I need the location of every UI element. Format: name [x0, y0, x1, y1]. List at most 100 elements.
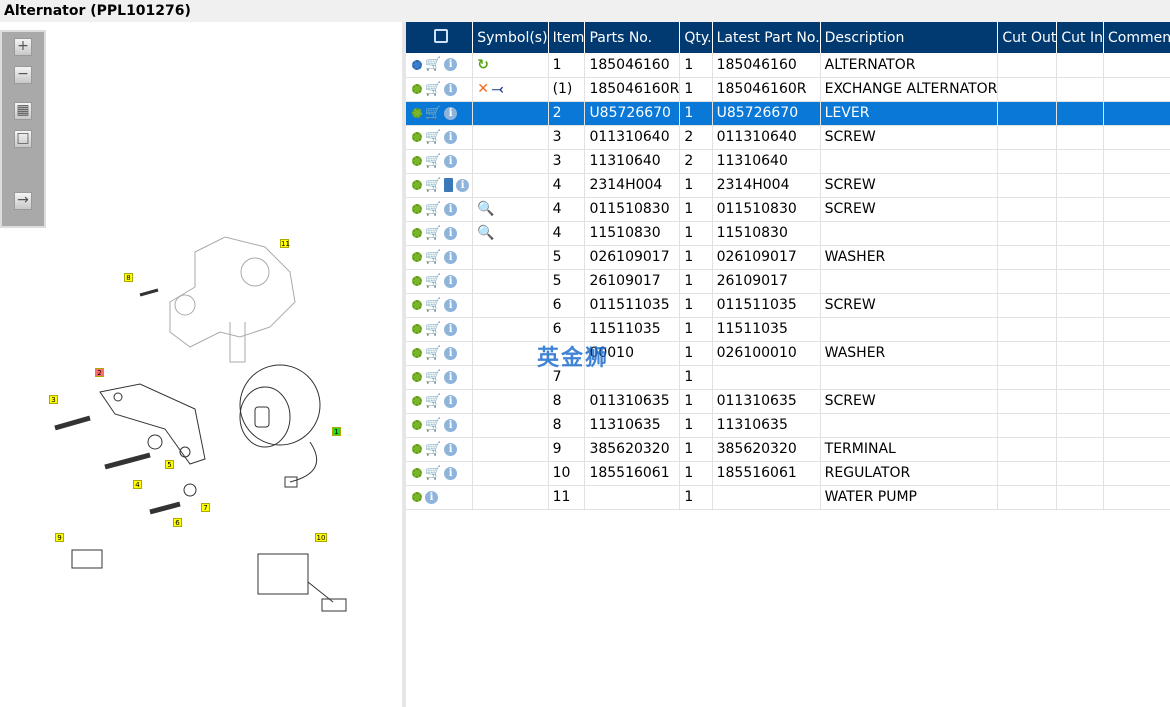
cart-icon[interactable]: 🛒: [425, 298, 441, 313]
table-row[interactable]: 🛒 i 2 U85726670 1 U85726670 LEVER: [406, 101, 1170, 126]
gear-icon[interactable]: [412, 180, 422, 190]
info-icon[interactable]: i: [444, 346, 458, 360]
table-row[interactable]: 🛒 i 🔍 4 011510830 1 011510830 SCREW: [406, 197, 1170, 222]
table-row[interactable]: 🛒 i 4 2314H004 1 2314H004 SCREW: [406, 173, 1170, 198]
column-header-comment[interactable]: Comment: [1103, 22, 1170, 53]
gears-icon[interactable]: [412, 59, 422, 70]
info-icon[interactable]: i: [444, 442, 458, 456]
lookup-icon[interactable]: 🔍: [477, 201, 494, 217]
cart-icon[interactable]: 🛒: [425, 466, 441, 481]
callout-3[interactable]: 3: [49, 395, 58, 404]
cart-icon[interactable]: 🛒: [425, 106, 441, 121]
table-row[interactable]: 🛒 i 🔍 4 11510830 1 11510830: [406, 221, 1170, 246]
cart-icon[interactable]: 🛒: [425, 202, 441, 217]
callout-8[interactable]: 8: [124, 273, 133, 282]
column-header-cut-in[interactable]: Cut In: [1056, 22, 1104, 53]
book-icon[interactable]: [444, 178, 454, 192]
info-icon[interactable]: i: [425, 490, 438, 504]
table-row[interactable]: 🛒 i 5 026109017 1 026109017 WASHER: [406, 245, 1170, 270]
gear-icon[interactable]: [412, 300, 422, 310]
callout-10[interactable]: 10: [315, 533, 327, 542]
callout-4[interactable]: 4: [133, 480, 142, 489]
cart-icon[interactable]: 🛒: [425, 322, 441, 337]
cart-icon[interactable]: 🛒: [425, 274, 441, 289]
gear-icon[interactable]: [412, 132, 422, 142]
info-icon[interactable]: i: [444, 466, 458, 480]
info-icon[interactable]: i: [444, 394, 458, 408]
search-parts-icon[interactable]: [434, 28, 449, 43]
table-row[interactable]: 🛒 i ↻ 1 185046160 1 185046160 ALTERNATOR: [406, 53, 1170, 78]
callout-7[interactable]: 7: [201, 503, 210, 512]
table-row[interactable]: 🛒 i 5 26109017 1 26109017: [406, 269, 1170, 294]
table-row[interactable]: i 11 1 WATER PUMP: [406, 485, 1170, 510]
lookup-icon[interactable]: 🔍: [477, 225, 494, 241]
gear-icon[interactable]: [412, 444, 422, 454]
info-icon[interactable]: i: [444, 226, 458, 240]
callout-2[interactable]: 2: [95, 368, 104, 377]
cart-icon[interactable]: 🛒: [425, 346, 441, 361]
info-icon[interactable]: i: [444, 82, 458, 96]
column-header-latest-part-no[interactable]: Latest Part No.: [712, 22, 821, 53]
gear-icon[interactable]: [412, 420, 422, 430]
gear-icon[interactable]: [412, 372, 422, 382]
info-icon[interactable]: i: [444, 322, 458, 336]
gear-icon[interactable]: [412, 204, 422, 214]
info-icon[interactable]: i: [456, 178, 470, 192]
info-icon[interactable]: i: [444, 418, 458, 432]
cart-icon[interactable]: 🛒: [425, 130, 441, 145]
column-header-qty[interactable]: Qty.: [679, 22, 713, 53]
table-row[interactable]: 🛒 i 3 11310640 2 11310640: [406, 149, 1170, 174]
column-header-symbols[interactable]: Symbol(s): [472, 22, 549, 53]
cart-icon[interactable]: 🛒: [425, 250, 441, 265]
info-icon[interactable]: i: [444, 130, 458, 144]
column-header-description[interactable]: Description: [820, 22, 999, 53]
gear-icon[interactable]: [412, 228, 422, 238]
column-header-cut-out[interactable]: Cut Out: [997, 22, 1058, 53]
cart-icon[interactable]: 🛒: [425, 394, 441, 409]
info-icon[interactable]: i: [444, 106, 458, 120]
callout-11[interactable]: 11: [280, 239, 290, 248]
table-row[interactable]: 🛒 i 10 185516061 1 185516061 REGULATOR: [406, 461, 1170, 486]
table-row[interactable]: 🛒 i 8 011310635 1 011310635 SCREW: [406, 389, 1170, 414]
gear-icon[interactable]: [412, 492, 422, 502]
cart-icon[interactable]: 🛒: [425, 226, 441, 241]
gear-icon[interactable]: [412, 396, 422, 406]
info-icon[interactable]: i: [444, 370, 458, 384]
cart-icon[interactable]: 🛒: [425, 154, 441, 169]
table-row[interactable]: 🛒 i ✕ ⤙ (1) 185046160R 1 185046160R EXCHANGE ALT…: [406, 77, 1170, 102]
gear-icon[interactable]: [412, 276, 422, 286]
callout-9[interactable]: 9: [55, 533, 64, 542]
gear-icon[interactable]: [412, 156, 422, 166]
column-header-parts-no[interactable]: Parts No.: [584, 22, 681, 53]
column-header-icons[interactable]: [406, 22, 474, 53]
table-row[interactable]: 🛒 i 8 11310635 1 11310635: [406, 413, 1170, 438]
info-icon[interactable]: i: [444, 274, 458, 288]
column-header-item[interactable]: Item: [548, 22, 586, 53]
cart-icon[interactable]: 🛒: [425, 82, 441, 97]
table-row[interactable]: 🛒 i 00010 1 026100010 WASHER: [406, 341, 1170, 366]
info-icon[interactable]: i: [444, 58, 458, 72]
table-row[interactable]: 🛒 i 3 011310640 2 011310640 SCREW: [406, 125, 1170, 150]
cart-icon[interactable]: 🛒: [425, 442, 441, 457]
info-icon[interactable]: i: [444, 154, 458, 168]
table-row[interactable]: 🛒 i 6 011511035 1 011511035 SCREW: [406, 293, 1170, 318]
info-icon[interactable]: i: [444, 202, 458, 216]
cart-icon[interactable]: 🛒: [425, 57, 441, 72]
gear-icon[interactable]: [412, 324, 422, 334]
gear-icon[interactable]: [412, 348, 422, 358]
table-row[interactable]: 🛒 i 7 1: [406, 365, 1170, 390]
callout-6[interactable]: 6: [173, 518, 182, 527]
gear-icon[interactable]: [412, 84, 422, 94]
info-icon[interactable]: i: [444, 298, 458, 312]
gear-icon[interactable]: [412, 108, 422, 118]
cart-icon[interactable]: 🛒: [425, 370, 441, 385]
table-row[interactable]: 🛒 i 9 385620320 1 385620320 TERMINAL: [406, 437, 1170, 462]
info-icon[interactable]: i: [444, 250, 458, 264]
diagram-panel[interactable]: + − ▦ □ → 11 8 2 3 1 5 4 7 6 9 10: [0, 22, 402, 707]
gear-icon[interactable]: [412, 252, 422, 262]
cart-icon[interactable]: 🛒: [425, 418, 441, 433]
callout-1[interactable]: 1: [332, 427, 341, 436]
callout-5[interactable]: 5: [165, 460, 174, 469]
gear-icon[interactable]: [412, 468, 422, 478]
cart-icon[interactable]: 🛒: [425, 178, 441, 193]
